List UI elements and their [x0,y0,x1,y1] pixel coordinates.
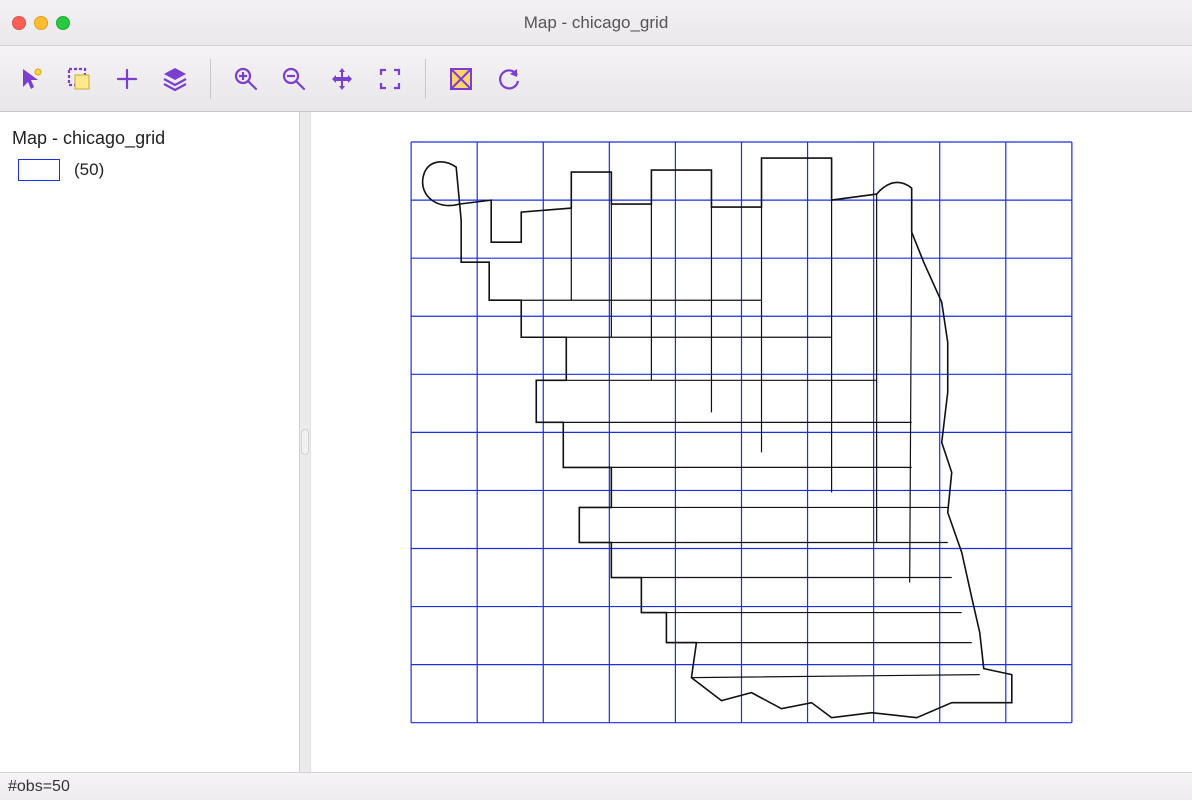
toolbar-separator [425,59,426,99]
invert-select-icon [65,65,93,93]
layers-button[interactable] [154,58,196,100]
pan-button[interactable] [321,58,363,100]
zoom-in-button[interactable] [225,58,267,100]
toolbar [0,46,1192,112]
select-arrow-icon [17,65,45,93]
legend-panel: Map - chicago_grid (50) [0,112,300,772]
plus-icon [113,65,141,93]
grid-overlay [411,142,1072,723]
status-obs-label: #obs=50 [8,778,70,796]
splitter-grip-icon [301,429,309,455]
add-layer-button[interactable] [106,58,148,100]
map-canvas[interactable] [311,112,1192,773]
select-tool-button[interactable] [10,58,52,100]
close-window-button[interactable] [12,16,26,30]
minimize-window-button[interactable] [34,16,48,30]
title-bar: Map - chicago_grid [0,0,1192,46]
zoom-out-button[interactable] [273,58,315,100]
basemap-button[interactable] [440,58,482,100]
window-title: Map - chicago_grid [0,13,1192,33]
main-area: Map - chicago_grid (50) [0,112,1192,772]
refresh-button[interactable] [488,58,530,100]
map-canvas-wrap [310,112,1192,772]
invert-select-button[interactable] [58,58,100,100]
pan-icon [328,65,356,93]
zoom-window-button[interactable] [56,16,70,30]
legend-swatch [18,159,60,181]
toolbar-separator [210,59,211,99]
full-extent-button[interactable] [369,58,411,100]
legend-title: Map - chicago_grid [12,128,287,149]
window-controls [0,16,70,30]
legend-count-label: (50) [74,160,104,180]
zoom-in-icon [232,65,260,93]
layers-icon [161,65,189,93]
full-extent-icon [376,65,404,93]
panel-splitter[interactable] [300,112,310,772]
status-bar: #obs=50 [0,772,1192,800]
refresh-icon [495,65,523,93]
chicago-boundary [423,158,1012,718]
basemap-icon [447,65,475,93]
legend-item[interactable]: (50) [12,159,287,181]
zoom-out-icon [280,65,308,93]
